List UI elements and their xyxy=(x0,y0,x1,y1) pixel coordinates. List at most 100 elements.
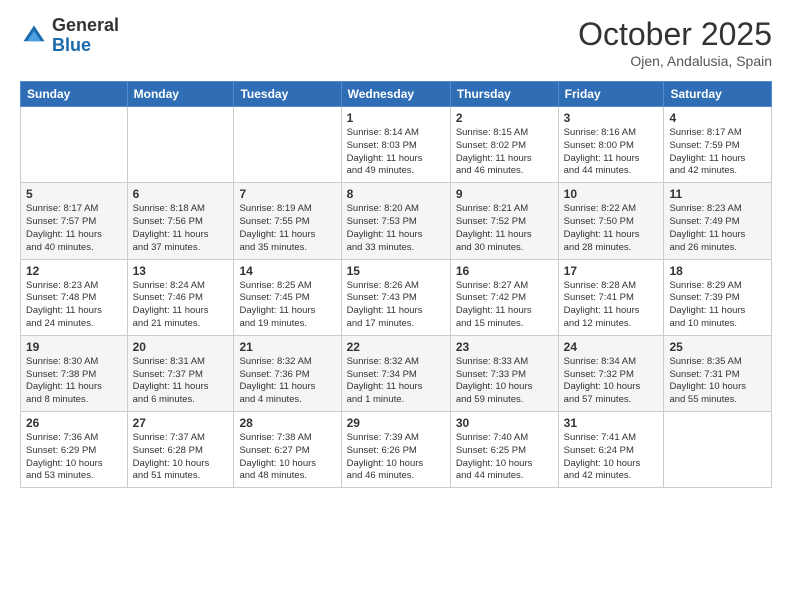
header-wednesday: Wednesday xyxy=(341,82,450,107)
table-row: 30 Sunrise: 7:40 AM Sunset: 6:25 PM Dayli… xyxy=(450,412,558,488)
day-info: Sunrise: 8:28 AM Sunset: 7:41 PM Dayligh… xyxy=(564,280,659,331)
header-monday: Monday xyxy=(127,82,234,107)
table-row: 28 Sunrise: 7:38 AM Sunset: 6:27 PM Dayli… xyxy=(234,412,341,488)
day-info: Sunrise: 8:25 AM Sunset: 7:45 PM Dayligh… xyxy=(239,280,335,331)
table-row: 3 Sunrise: 8:16 AM Sunset: 8:00 PM Daylig… xyxy=(558,107,664,183)
day-number: 10 xyxy=(564,187,659,201)
header-tuesday: Tuesday xyxy=(234,82,341,107)
day-number: 20 xyxy=(133,340,229,354)
day-number: 4 xyxy=(669,111,766,125)
day-number: 15 xyxy=(347,264,445,278)
day-number: 31 xyxy=(564,416,659,430)
day-info: Sunrise: 8:16 AM Sunset: 8:00 PM Dayligh… xyxy=(564,127,659,178)
day-number: 7 xyxy=(239,187,335,201)
day-number: 2 xyxy=(456,111,553,125)
day-number: 19 xyxy=(26,340,122,354)
day-info: Sunrise: 8:29 AM Sunset: 7:39 PM Dayligh… xyxy=(669,280,766,331)
calendar-title: October 2025 xyxy=(578,16,772,53)
table-row: 27 Sunrise: 7:37 AM Sunset: 6:28 PM Dayli… xyxy=(127,412,234,488)
logo-icon xyxy=(20,22,48,50)
day-info: Sunrise: 8:17 AM Sunset: 7:59 PM Dayligh… xyxy=(669,127,766,178)
table-row: 21 Sunrise: 8:32 AM Sunset: 7:36 PM Dayli… xyxy=(234,335,341,411)
day-info: Sunrise: 7:40 AM Sunset: 6:25 PM Dayligh… xyxy=(456,432,553,483)
day-info: Sunrise: 8:19 AM Sunset: 7:55 PM Dayligh… xyxy=(239,203,335,254)
table-row: 2 Sunrise: 8:15 AM Sunset: 8:02 PM Daylig… xyxy=(450,107,558,183)
day-info: Sunrise: 8:32 AM Sunset: 7:34 PM Dayligh… xyxy=(347,356,445,407)
day-number: 1 xyxy=(347,111,445,125)
day-info: Sunrise: 8:35 AM Sunset: 7:31 PM Dayligh… xyxy=(669,356,766,407)
table-row: 12 Sunrise: 8:23 AM Sunset: 7:48 PM Dayli… xyxy=(21,259,128,335)
table-row: 9Sunrise: 8:21 AM Sunset: 7:52 PM Daylig… xyxy=(450,183,558,259)
day-number: 23 xyxy=(456,340,553,354)
day-info: Sunrise: 8:31 AM Sunset: 7:37 PM Dayligh… xyxy=(133,356,229,407)
calendar-week-row: 5 Sunrise: 8:17 AM Sunset: 7:57 PM Daylig… xyxy=(21,183,772,259)
day-info: Sunrise: 8:17 AM Sunset: 7:57 PM Dayligh… xyxy=(26,203,122,254)
day-info: Sunrise: 8:34 AM Sunset: 7:32 PM Dayligh… xyxy=(564,356,659,407)
table-row: 31 Sunrise: 7:41 AM Sunset: 6:24 PM Dayli… xyxy=(558,412,664,488)
day-number: 24 xyxy=(564,340,659,354)
day-number: 5 xyxy=(26,187,122,201)
table-row: 22 Sunrise: 8:32 AM Sunset: 7:34 PM Dayli… xyxy=(341,335,450,411)
table-row: 1 Sunrise: 8:14 AM Sunset: 8:03 PM Daylig… xyxy=(341,107,450,183)
table-row xyxy=(234,107,341,183)
day-number: 14 xyxy=(239,264,335,278)
day-info: Sunrise: 8:26 AM Sunset: 7:43 PM Dayligh… xyxy=(347,280,445,331)
table-row: 20 Sunrise: 8:31 AM Sunset: 7:37 PM Dayli… xyxy=(127,335,234,411)
day-number: 13 xyxy=(133,264,229,278)
table-row xyxy=(21,107,128,183)
title-block: October 2025 Ojen, Andalusia, Spain xyxy=(578,16,772,69)
table-row: 19 Sunrise: 8:30 AM Sunset: 7:38 PM Dayli… xyxy=(21,335,128,411)
table-row: 10Sunrise: 8:22 AM Sunset: 7:50 PM Dayli… xyxy=(558,183,664,259)
table-row: 14 Sunrise: 8:25 AM Sunset: 7:45 PM Dayli… xyxy=(234,259,341,335)
table-row: 18 Sunrise: 8:29 AM Sunset: 7:39 PM Dayli… xyxy=(664,259,772,335)
table-row: 16Sunrise: 8:27 AM Sunset: 7:42 PM Dayli… xyxy=(450,259,558,335)
day-info: Sunrise: 8:15 AM Sunset: 8:02 PM Dayligh… xyxy=(456,127,553,178)
logo-general-text: General xyxy=(52,16,119,36)
table-row: 5 Sunrise: 8:17 AM Sunset: 7:57 PM Daylig… xyxy=(21,183,128,259)
day-info: Sunrise: 7:39 AM Sunset: 6:26 PM Dayligh… xyxy=(347,432,445,483)
calendar-week-row: 26Sunrise: 7:36 AM Sunset: 6:29 PM Dayli… xyxy=(21,412,772,488)
day-info: Sunrise: 8:24 AM Sunset: 7:46 PM Dayligh… xyxy=(133,280,229,331)
header-friday: Friday xyxy=(558,82,664,107)
day-number: 21 xyxy=(239,340,335,354)
day-number: 26 xyxy=(26,416,122,430)
table-row: 6Sunrise: 8:18 AM Sunset: 7:56 PM Daylig… xyxy=(127,183,234,259)
page-header: General Blue October 2025 Ojen, Andalusi… xyxy=(20,16,772,69)
table-row: 15 Sunrise: 8:26 AM Sunset: 7:43 PM Dayli… xyxy=(341,259,450,335)
day-number: 12 xyxy=(26,264,122,278)
day-number: 16 xyxy=(456,264,553,278)
day-info: Sunrise: 8:23 AM Sunset: 7:49 PM Dayligh… xyxy=(669,203,766,254)
day-number: 22 xyxy=(347,340,445,354)
day-info: Sunrise: 8:30 AM Sunset: 7:38 PM Dayligh… xyxy=(26,356,122,407)
day-number: 30 xyxy=(456,416,553,430)
day-number: 11 xyxy=(669,187,766,201)
day-number: 18 xyxy=(669,264,766,278)
day-info: Sunrise: 8:21 AM Sunset: 7:52 PM Dayligh… xyxy=(456,203,553,254)
calendar-table: Sunday Monday Tuesday Wednesday Thursday… xyxy=(20,81,772,488)
day-number: 27 xyxy=(133,416,229,430)
day-number: 3 xyxy=(564,111,659,125)
table-row: 7 Sunrise: 8:19 AM Sunset: 7:55 PM Daylig… xyxy=(234,183,341,259)
day-info: Sunrise: 8:23 AM Sunset: 7:48 PM Dayligh… xyxy=(26,280,122,331)
calendar-location: Ojen, Andalusia, Spain xyxy=(578,53,772,69)
day-info: Sunrise: 7:38 AM Sunset: 6:27 PM Dayligh… xyxy=(239,432,335,483)
day-info: Sunrise: 7:41 AM Sunset: 6:24 PM Dayligh… xyxy=(564,432,659,483)
day-info: Sunrise: 8:14 AM Sunset: 8:03 PM Dayligh… xyxy=(347,127,445,178)
calendar-week-row: 1 Sunrise: 8:14 AM Sunset: 8:03 PM Daylig… xyxy=(21,107,772,183)
table-row xyxy=(664,412,772,488)
day-number: 28 xyxy=(239,416,335,430)
day-number: 29 xyxy=(347,416,445,430)
day-info: Sunrise: 8:32 AM Sunset: 7:36 PM Dayligh… xyxy=(239,356,335,407)
table-row: 29 Sunrise: 7:39 AM Sunset: 6:26 PM Dayli… xyxy=(341,412,450,488)
table-row: 26Sunrise: 7:36 AM Sunset: 6:29 PM Dayli… xyxy=(21,412,128,488)
day-info: Sunrise: 8:18 AM Sunset: 7:56 PM Dayligh… xyxy=(133,203,229,254)
table-row: 4 Sunrise: 8:17 AM Sunset: 7:59 PM Daylig… xyxy=(664,107,772,183)
table-row: 13 Sunrise: 8:24 AM Sunset: 7:46 PM Dayli… xyxy=(127,259,234,335)
day-info: Sunrise: 8:20 AM Sunset: 7:53 PM Dayligh… xyxy=(347,203,445,254)
table-row: 25 Sunrise: 8:35 AM Sunset: 7:31 PM Dayli… xyxy=(664,335,772,411)
table-row: 23Sunrise: 8:33 AM Sunset: 7:33 PM Dayli… xyxy=(450,335,558,411)
day-info: Sunrise: 7:37 AM Sunset: 6:28 PM Dayligh… xyxy=(133,432,229,483)
day-number: 8 xyxy=(347,187,445,201)
day-number: 25 xyxy=(669,340,766,354)
header-saturday: Saturday xyxy=(664,82,772,107)
